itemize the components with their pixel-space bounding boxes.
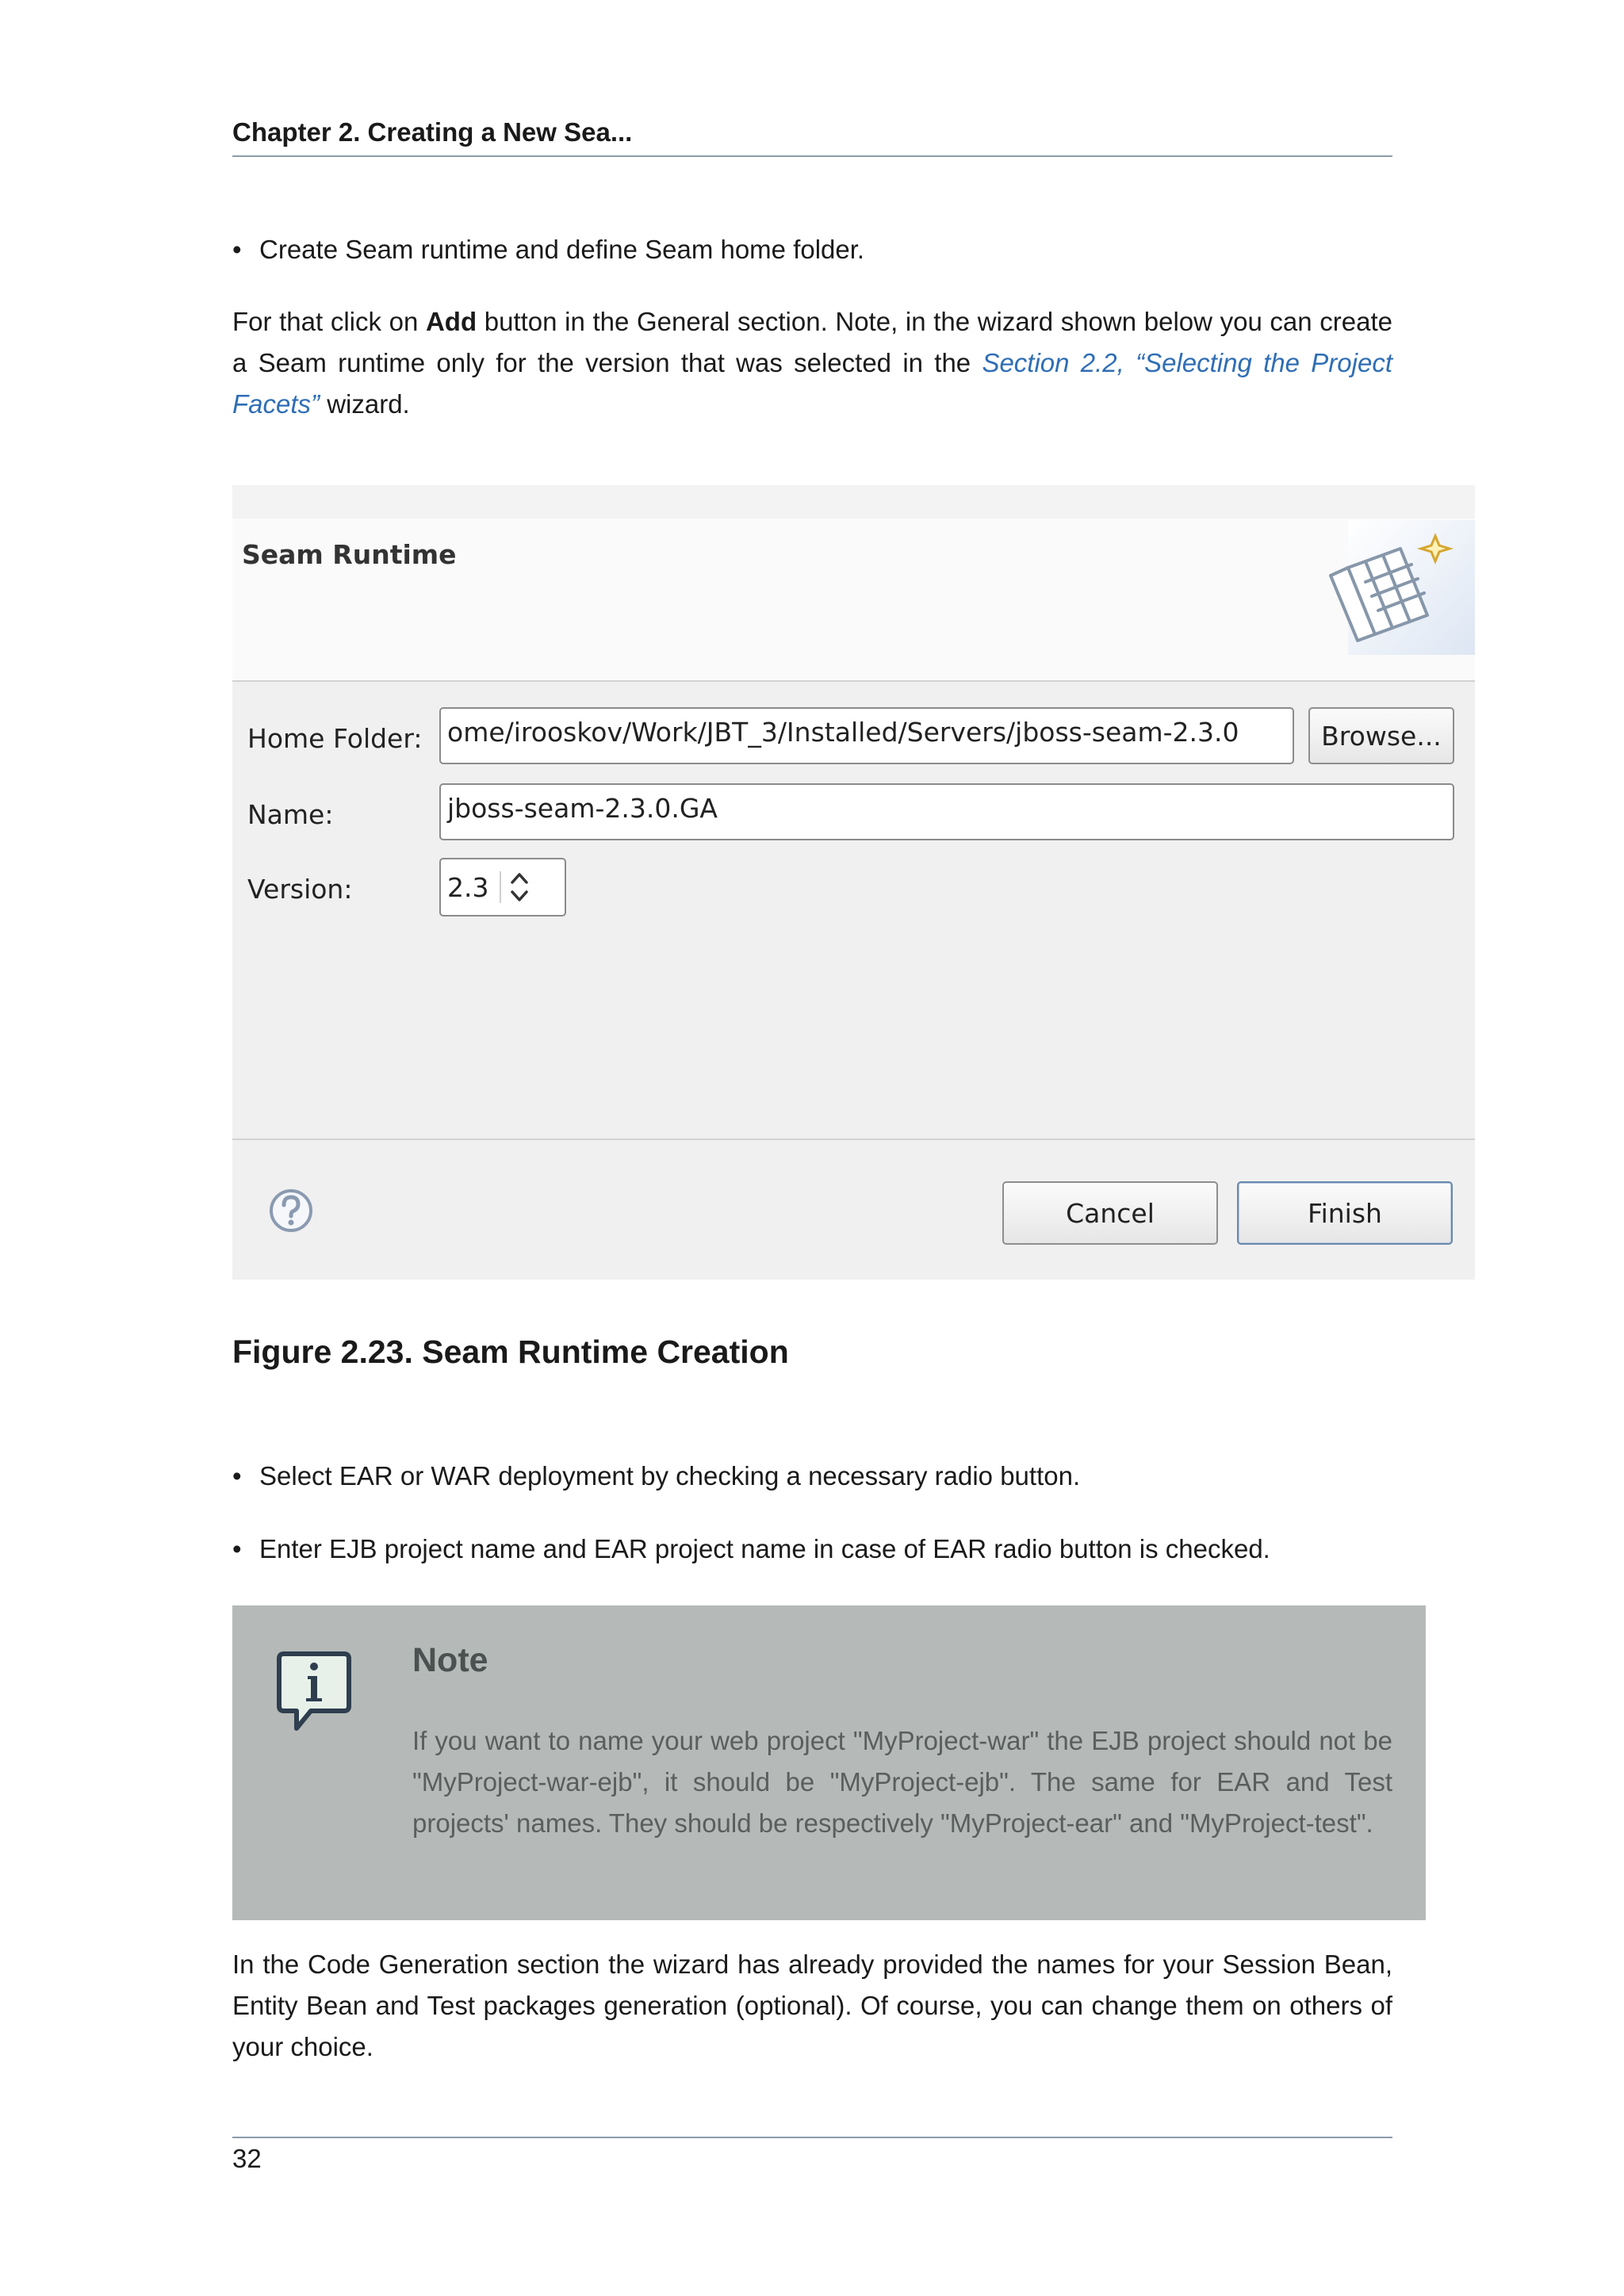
- footer-divider: [232, 2137, 1392, 2138]
- seam-runtime-wizard-icon: [1329, 520, 1475, 655]
- dialog-title: Seam Runtime: [242, 539, 457, 570]
- figure-caption: Figure 2.23. Seam Runtime Creation: [232, 1334, 789, 1370]
- name-label: Name:: [247, 799, 334, 830]
- closing-paragraph: In the Code Generation section the wizar…: [232, 1950, 1392, 2061]
- bullet-text: Select EAR or WAR deployment by checking…: [259, 1461, 1081, 1490]
- intro-paragraph: For that click on Add button in the Gene…: [232, 301, 1392, 425]
- bullet-item: • Create Seam runtime and define Seam ho…: [232, 235, 864, 265]
- version-spinner[interactable]: 2.3: [439, 858, 566, 916]
- bullet-marker: •: [232, 1534, 242, 1563]
- name-input[interactable]: jboss-seam-2.3.0.GA: [439, 783, 1454, 840]
- bullet-text: Enter EJB project name and EAR project n…: [259, 1534, 1270, 1563]
- intro-text-end: wizard.: [320, 389, 410, 419]
- cancel-button[interactable]: Cancel: [1002, 1181, 1218, 1245]
- header-divider: [232, 155, 1392, 157]
- intro-text-start: For that click on: [232, 307, 426, 336]
- bullet-item: • Enter EJB project name and EAR project…: [232, 1534, 1270, 1564]
- bullet-item: • Select EAR or WAR deployment by checki…: [232, 1461, 1080, 1491]
- finish-button[interactable]: Finish: [1237, 1181, 1453, 1245]
- question-circle-icon[interactable]: [268, 1188, 314, 1234]
- info-icon: [277, 1651, 351, 1731]
- version-value: 2.3: [447, 871, 489, 903]
- bullet-marker: •: [232, 235, 242, 264]
- note-title: Note: [412, 1641, 488, 1679]
- home-folder-input[interactable]: ome/irooskov/Work/JBT_3/Installed/Server…: [439, 707, 1294, 764]
- note-text: If you want to name your web project "My…: [412, 1726, 1392, 1838]
- spinner-divider: [500, 871, 502, 903]
- intro-bold-add: Add: [425, 307, 477, 336]
- chapter-header: Chapter 2. Creating a New Sea...: [232, 117, 633, 147]
- bullet-marker: •: [232, 1461, 242, 1490]
- dialog-titlebar-strip: [232, 485, 1475, 519]
- home-folder-label: Home Folder:: [247, 723, 423, 754]
- version-label: Version:: [247, 874, 353, 905]
- page-number: 32: [232, 2144, 262, 2173]
- spinner-arrows-icon[interactable]: [509, 870, 530, 905]
- browse-button[interactable]: Browse...: [1308, 707, 1454, 764]
- bullet-text: Create Seam runtime and define Seam home…: [259, 235, 865, 264]
